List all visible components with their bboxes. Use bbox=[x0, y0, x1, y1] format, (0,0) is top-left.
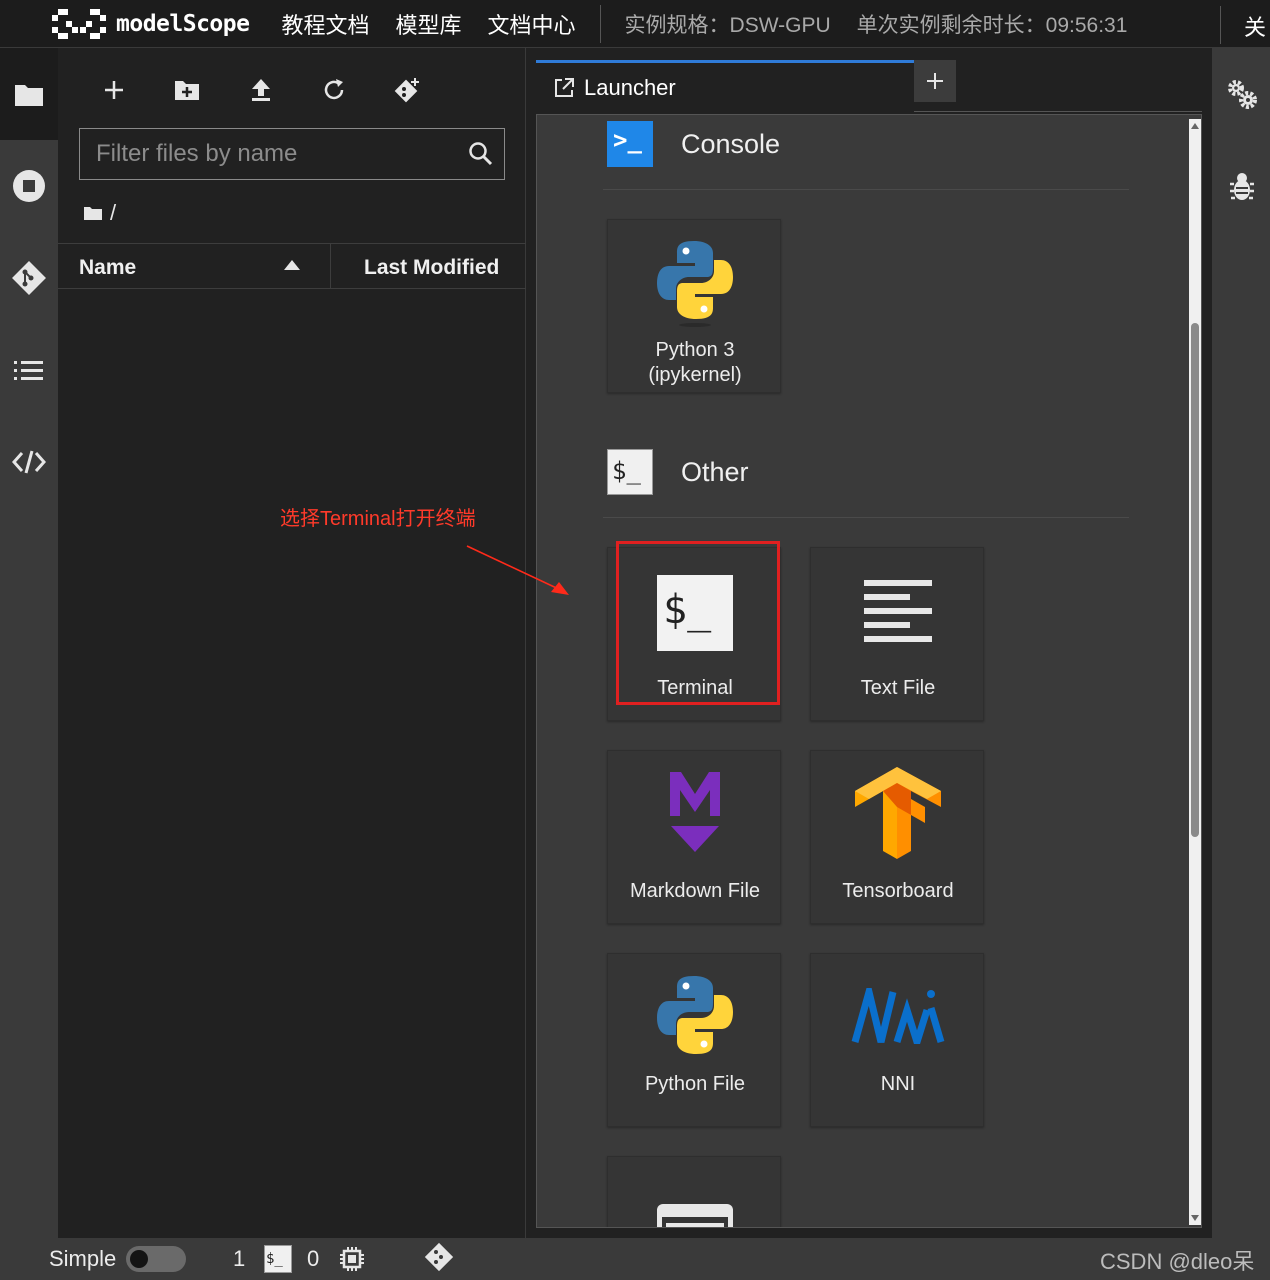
scroll-up-icon[interactable] bbox=[1191, 123, 1199, 129]
card-label: Python 3 (ipykernel) bbox=[648, 339, 742, 386]
section-divider bbox=[603, 189, 1129, 190]
column-last-modified[interactable]: Last Modified bbox=[364, 256, 499, 280]
launcher-card-text-file[interactable]: Text File bbox=[810, 547, 984, 721]
python-logo-icon bbox=[608, 968, 782, 1064]
instruction-annotation: 选择Terminal打开终端 bbox=[280, 508, 476, 530]
remaining-time: 单次实例剩余时长：09:56:31 bbox=[856, 13, 1128, 37]
modelscope-logo[interactable]: modelScope bbox=[52, 0, 250, 48]
new-launcher-button[interactable] bbox=[94, 70, 134, 110]
launcher-card-tensorboard[interactable]: Tensorboard bbox=[810, 750, 984, 924]
nav-tutorials[interactable]: 教程文档 bbox=[281, 8, 369, 40]
nav-docs-center[interactable]: 文档中心 bbox=[488, 8, 576, 40]
markdown-icon bbox=[608, 765, 782, 861]
right-sidebar bbox=[1212, 48, 1270, 1238]
filter-files-input[interactable] bbox=[80, 129, 460, 179]
file-browser: / Name Last Modified bbox=[58, 48, 526, 1238]
layout-icon bbox=[608, 1171, 782, 1227]
simple-mode-label: Simple bbox=[49, 1246, 117, 1271]
card-label: NNI bbox=[880, 1073, 916, 1095]
refresh-button[interactable] bbox=[314, 70, 354, 110]
console-icon: >_ bbox=[607, 121, 653, 167]
activity-bar bbox=[0, 48, 58, 1238]
text-file-icon bbox=[811, 562, 985, 658]
launcher-card-markdown-file[interactable]: Markdown File bbox=[607, 750, 781, 924]
breadcrumb: / bbox=[84, 200, 116, 226]
card-label: Markdown File bbox=[629, 880, 761, 902]
main-area: Launcher >_ Console Python 3 (ipykernel)… bbox=[526, 48, 1212, 1238]
git-icon[interactable] bbox=[0, 253, 58, 303]
new-folder-icon bbox=[175, 81, 199, 100]
divider bbox=[1220, 6, 1221, 44]
refresh-icon bbox=[324, 79, 344, 100]
launch-icon bbox=[555, 77, 574, 97]
annotation-arrow-icon bbox=[466, 545, 569, 595]
git-clone-icon bbox=[394, 78, 419, 103]
debugger-bug-icon[interactable] bbox=[1228, 172, 1256, 202]
top-nav: 教程文档 模型库 文档中心 bbox=[281, 8, 575, 40]
tab-label: Launcher bbox=[584, 74, 676, 100]
card-label: Python File bbox=[644, 1073, 746, 1095]
tensorflow-icon bbox=[811, 765, 985, 861]
status-bar: Simple 1 $_ 0 bbox=[0, 1238, 1270, 1280]
nni-logo-icon bbox=[811, 968, 985, 1064]
terminal-status-icon[interactable]: $_ bbox=[264, 1245, 292, 1273]
console-section-title: Console bbox=[681, 128, 781, 159]
card-label: Tensorboard bbox=[842, 880, 954, 902]
card-label: Text File bbox=[860, 677, 936, 699]
other-section-header: $_ Other bbox=[607, 449, 749, 495]
close-button[interactable]: 关 bbox=[1244, 10, 1266, 42]
instance-info: 实例规格：DSW-GPU 单次实例剩余时长：09:56:31 bbox=[625, 9, 1128, 39]
csdn-watermark: CSDN @dleo呆 bbox=[1100, 1249, 1255, 1274]
launcher-card-python-file[interactable]: Python File bbox=[607, 953, 781, 1127]
folder-icon[interactable] bbox=[0, 70, 58, 120]
terminal-count[interactable]: 1 bbox=[233, 1246, 245, 1272]
breadcrumb-root[interactable]: / bbox=[110, 200, 116, 226]
git-clone-button[interactable] bbox=[387, 70, 427, 110]
logo-text: modelScope bbox=[116, 10, 250, 37]
launcher-scrollbar[interactable] bbox=[1189, 119, 1201, 1225]
column-name[interactable]: Name bbox=[79, 256, 136, 280]
nav-model-hub[interactable]: 模型库 bbox=[396, 8, 462, 40]
filter-box bbox=[79, 128, 505, 180]
toc-list-icon[interactable] bbox=[0, 346, 58, 396]
kernel-chip-icon[interactable] bbox=[339, 1246, 365, 1272]
plus-icon bbox=[927, 73, 943, 89]
git-status-icon[interactable] bbox=[424, 1242, 454, 1272]
kernel-count[interactable]: 0 bbox=[307, 1246, 319, 1272]
new-folder-button[interactable] bbox=[167, 70, 207, 110]
section-divider bbox=[603, 517, 1129, 518]
upload-button[interactable] bbox=[241, 70, 281, 110]
top-bar: modelScope 教程文档 模型库 文档中心 实例规格：DSW-GPU 单次… bbox=[0, 0, 1270, 48]
other-terminal-icon: $_ bbox=[607, 449, 653, 495]
python-logo-icon bbox=[608, 234, 782, 330]
terminal-highlight-box bbox=[616, 541, 780, 705]
plus-icon bbox=[105, 81, 123, 99]
add-tab-button[interactable] bbox=[914, 60, 956, 102]
folder-icon[interactable] bbox=[84, 206, 102, 220]
tab-bar: Launcher bbox=[536, 58, 1202, 112]
simple-mode-toggle[interactable] bbox=[126, 1246, 186, 1272]
scroll-down-icon[interactable] bbox=[1191, 1215, 1199, 1221]
console-section-header: >_ Console bbox=[607, 121, 780, 167]
code-icon[interactable] bbox=[0, 437, 58, 487]
upload-icon bbox=[252, 79, 270, 101]
search-icon[interactable] bbox=[468, 141, 494, 167]
other-section-title: Other bbox=[681, 456, 749, 487]
divider bbox=[599, 4, 601, 43]
tab-launcher[interactable]: Launcher bbox=[536, 60, 914, 112]
property-inspector-gears-icon[interactable] bbox=[1226, 78, 1258, 110]
launcher-card-python3-kernel[interactable]: Python 3 (ipykernel) bbox=[607, 219, 781, 393]
column-divider[interactable] bbox=[330, 244, 331, 289]
launcher-panel: >_ Console Python 3 (ipykernel) $_ Other… bbox=[536, 114, 1202, 1228]
launcher-card-partial[interactable] bbox=[607, 1156, 782, 1227]
file-list-header: Name Last Modified bbox=[58, 243, 526, 289]
instance-spec: 实例规格：DSW-GPU bbox=[624, 13, 831, 37]
scrollbar-thumb[interactable] bbox=[1191, 323, 1199, 837]
sort-up-icon[interactable] bbox=[284, 260, 300, 270]
launcher-card-nni[interactable]: NNI bbox=[810, 953, 984, 1127]
modelscope-logo-icon bbox=[52, 8, 106, 39]
stop-circle-icon[interactable] bbox=[0, 161, 58, 211]
